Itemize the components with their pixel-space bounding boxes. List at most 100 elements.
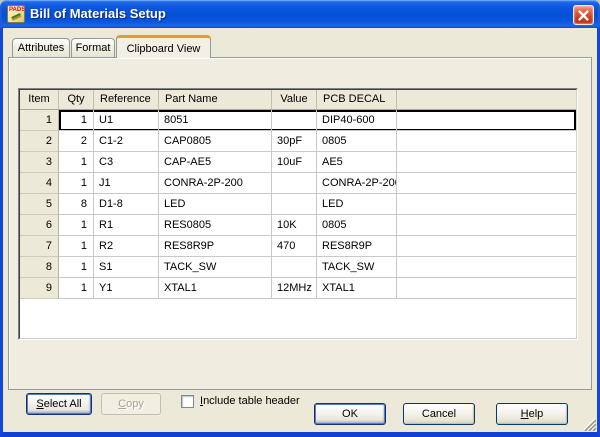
cell-pcb-decal[interactable]: TACK_SW <box>317 257 397 278</box>
cell-pcb-decal[interactable]: AE5 <box>317 152 397 173</box>
cell-reference[interactable]: C3 <box>94 152 159 173</box>
cell-reference[interactable]: R2 <box>94 236 159 257</box>
row-data[interactable]: 2C1-2CAP080530pF0805 <box>59 131 576 152</box>
cell-filler[interactable] <box>397 215 576 236</box>
row-header-cell[interactable]: 2 <box>20 131 59 152</box>
cell-part-name[interactable]: RES0805 <box>159 215 272 236</box>
cell-pcb-decal[interactable]: DIP40-600 <box>317 110 397 131</box>
copy-button[interactable]: Copy <box>101 393 161 415</box>
cell-filler[interactable] <box>397 257 576 278</box>
row-data[interactable]: 1Y1XTAL112MHzXTAL1 <box>59 278 576 299</box>
cell-qty[interactable]: 1 <box>59 278 94 299</box>
include-table-header-label[interactable]: Include table header <box>200 395 300 408</box>
table-row[interactable]: 71R2RES8R9P470RES8R9P <box>20 236 576 257</box>
cell-pcb-decal[interactable]: 0805 <box>317 215 397 236</box>
window-title: Bill of Materials Setup <box>30 0 166 28</box>
cell-value[interactable] <box>272 257 317 278</box>
cell-pcb-decal[interactable]: XTAL1 <box>317 278 397 299</box>
close-button[interactable] <box>573 5 594 25</box>
row-data[interactable]: 1R2RES8R9P470RES8R9P <box>59 236 576 257</box>
table-row[interactable]: 22C1-2CAP080530pF0805 <box>20 131 576 152</box>
cell-part-name[interactable]: 8051 <box>159 110 272 131</box>
table-row[interactable]: 61R1RES080510K0805 <box>20 215 576 236</box>
help-button[interactable]: Help <box>496 403 568 425</box>
cell-qty[interactable]: 1 <box>59 257 94 278</box>
table-row[interactable]: 41J1CONRA-2P-200CONRA-2P-200 <box>20 173 576 194</box>
cell-pcb-decal[interactable]: CONRA-2P-200 <box>317 173 397 194</box>
app-icon-text: PADS <box>9 7 24 13</box>
row-data[interactable]: 1U18051 DIP40-600 <box>59 110 576 131</box>
row-header-cell[interactable]: 5 <box>20 194 59 215</box>
cell-part-name[interactable]: CAP-AE5 <box>159 152 272 173</box>
cell-qty[interactable]: 2 <box>59 131 94 152</box>
cell-reference[interactable]: Y1 <box>94 278 159 299</box>
title-bar[interactable]: PADS Bill of Materials Setup <box>0 0 600 28</box>
cell-qty[interactable]: 1 <box>59 236 94 257</box>
row-data[interactable]: 1R1RES080510K0805 <box>59 215 576 236</box>
tab-clipboard-view[interactable]: Clipboard View <box>116 35 211 58</box>
cell-value[interactable]: 10uF <box>272 152 317 173</box>
cell-reference[interactable]: D1-8 <box>94 194 159 215</box>
cell-qty[interactable]: 1 <box>59 152 94 173</box>
cell-value[interactable] <box>272 173 317 194</box>
row-header-cell[interactable]: 7 <box>20 236 59 257</box>
table-row[interactable]: 11U18051DIP40-600 <box>20 110 576 131</box>
cell-value[interactable] <box>272 110 317 131</box>
select-all-button[interactable]: Select All <box>26 393 92 415</box>
cell-pcb-decal[interactable]: RES8R9P <box>317 236 397 257</box>
cancel-button[interactable]: Cancel <box>403 403 475 425</box>
row-data[interactable]: 8D1-8LEDLED <box>59 194 576 215</box>
cell-filler[interactable] <box>397 194 576 215</box>
cell-qty[interactable]: 1 <box>59 215 94 236</box>
row-data[interactable]: 1J1CONRA-2P-200CONRA-2P-200 <box>59 173 576 194</box>
table-row[interactable]: 81S1TACK_SWTACK_SW <box>20 257 576 278</box>
cell-value[interactable]: 10K <box>272 215 317 236</box>
cell-filler[interactable] <box>397 110 576 131</box>
row-data[interactable]: 1C3CAP-AE510uFAE5 <box>59 152 576 173</box>
row-header-cell[interactable]: 8 <box>20 257 59 278</box>
cell-reference[interactable]: C1-2 <box>94 131 159 152</box>
cell-part-name[interactable]: CAP0805 <box>159 131 272 152</box>
cell-reference[interactable]: J1 <box>94 173 159 194</box>
dialog-window: PADS Bill of Materials Setup Attributes … <box>0 0 600 437</box>
dialog-body: Attributes Format Clipboard View Item Qt… <box>0 28 600 437</box>
row-header-cell[interactable]: 9 <box>20 278 59 299</box>
row-header-cell[interactable]: 1 <box>20 110 59 131</box>
column-header-part-name: Part Name <box>159 90 272 109</box>
cell-filler[interactable] <box>397 131 576 152</box>
table-row[interactable]: 58D1-8LEDLED <box>20 194 576 215</box>
cell-pcb-decal[interactable]: LED <box>317 194 397 215</box>
row-data[interactable]: 1S1TACK_SWTACK_SW <box>59 257 576 278</box>
cell-reference[interactable]: U1 <box>94 110 159 131</box>
cell-part-name[interactable]: LED <box>159 194 272 215</box>
row-header-cell[interactable]: 6 <box>20 215 59 236</box>
cell-filler[interactable] <box>397 236 576 257</box>
cell-part-name[interactable]: RES8R9P <box>159 236 272 257</box>
row-header-cell[interactable]: 4 <box>20 173 59 194</box>
cell-value[interactable]: 470 <box>272 236 317 257</box>
cell-value[interactable] <box>272 194 317 215</box>
cell-qty[interactable]: 1 <box>59 173 94 194</box>
column-header-pcb-decal: PCB DECAL <box>317 90 397 109</box>
include-table-header-checkbox[interactable] <box>181 395 194 408</box>
cell-qty[interactable]: 1 <box>59 110 94 131</box>
cell-pcb-decal[interactable]: 0805 <box>317 131 397 152</box>
cell-part-name[interactable]: XTAL1 <box>159 278 272 299</box>
cell-part-name[interactable]: TACK_SW <box>159 257 272 278</box>
cell-reference[interactable]: R1 <box>94 215 159 236</box>
cell-qty[interactable]: 8 <box>59 194 94 215</box>
table-row[interactable]: 31C3CAP-AE510uFAE5 <box>20 152 576 173</box>
cell-filler[interactable] <box>397 278 576 299</box>
tab-format[interactable]: Format <box>71 38 115 57</box>
tab-attributes[interactable]: Attributes <box>12 38 70 57</box>
cell-part-name[interactable]: CONRA-2P-200 <box>159 173 272 194</box>
cell-value[interactable]: 12MHz <box>272 278 317 299</box>
cell-value[interactable]: 30pF <box>272 131 317 152</box>
ok-button[interactable]: OK <box>314 403 386 425</box>
cell-reference[interactable]: S1 <box>94 257 159 278</box>
cell-filler[interactable] <box>397 173 576 194</box>
cell-filler[interactable] <box>397 152 576 173</box>
table-row[interactable]: 91Y1XTAL112MHzXTAL1 <box>20 278 576 299</box>
resize-grip-icon[interactable] <box>582 417 596 431</box>
row-header-cell[interactable]: 3 <box>20 152 59 173</box>
